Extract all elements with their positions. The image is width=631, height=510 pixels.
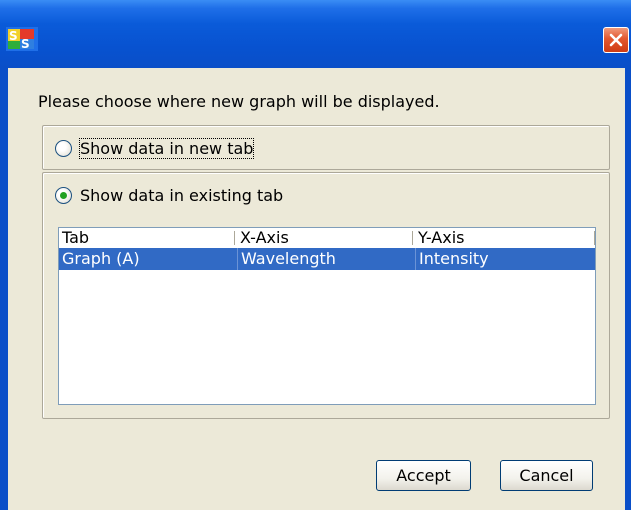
dialog-content: Please choose where new graph will be di… bbox=[8, 68, 625, 510]
title-bar[interactable]: S S bbox=[0, 0, 631, 68]
existing-tab-radio[interactable] bbox=[55, 187, 72, 204]
column-header-y-axis[interactable]: Y-Axis bbox=[415, 228, 595, 248]
app-logo-icon: S S bbox=[6, 27, 38, 51]
svg-text:S: S bbox=[9, 29, 18, 43]
cell-y-axis: Intensity bbox=[415, 248, 595, 270]
tab-table[interactable]: Tab X-Axis Y-Axis Graph (A) Wavelength I… bbox=[58, 227, 596, 405]
new-tab-label[interactable]: Show data in new tab bbox=[78, 138, 255, 159]
window-border-left bbox=[0, 68, 8, 510]
table-row[interactable]: Graph (A) Wavelength Intensity bbox=[59, 248, 595, 270]
close-icon bbox=[609, 33, 623, 47]
close-button[interactable] bbox=[603, 27, 629, 53]
new-tab-option[interactable]: Show data in new tab bbox=[55, 138, 255, 159]
dialog-window: S S Please choose where new graph will b… bbox=[0, 0, 631, 510]
prompt-text: Please choose where new graph will be di… bbox=[38, 92, 440, 111]
existing-tab-label[interactable]: Show data in existing tab bbox=[80, 186, 283, 205]
table-header: Tab X-Axis Y-Axis bbox=[59, 228, 595, 249]
cancel-button[interactable]: Cancel bbox=[500, 460, 593, 491]
existing-tab-option-group: Show data in existing tab Tab X-Axis Y-A… bbox=[42, 172, 610, 419]
cell-tab: Graph (A) bbox=[62, 249, 140, 268]
new-tab-radio[interactable] bbox=[55, 140, 72, 157]
cell-x-axis: Wavelength bbox=[237, 248, 415, 270]
window-border-right bbox=[625, 68, 631, 510]
new-tab-option-group: Show data in new tab bbox=[42, 125, 610, 170]
svg-text:S: S bbox=[21, 37, 30, 51]
column-header-x-axis[interactable]: X-Axis bbox=[237, 228, 415, 248]
column-header-tab[interactable]: Tab bbox=[59, 228, 237, 248]
accept-button[interactable]: Accept bbox=[376, 460, 471, 491]
existing-tab-option[interactable]: Show data in existing tab bbox=[55, 186, 283, 205]
